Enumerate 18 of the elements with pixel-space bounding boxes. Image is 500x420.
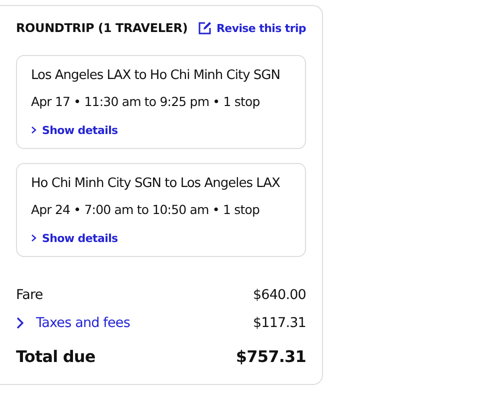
show-details-link[interactable]: Show details <box>31 232 118 244</box>
flight-schedule: Apr 24 • 7:00 am to 10:50 am • 1 stop <box>31 202 260 217</box>
route-title: Ho Chi Minh City SGN to Los Angeles LAX <box>31 175 281 193</box>
taxes-and-fees-link[interactable]: Taxes and fees <box>16 315 130 331</box>
flight-schedule: Apr 17 • 11:30 am to 9:25 pm • 1 stop <box>31 94 261 109</box>
revise-trip-link[interactable]: Revise this trip <box>198 21 306 35</box>
route-title: Los Angeles LAX to Ho Chi Minh City SGN <box>31 67 281 85</box>
total-amount: $757.31 <box>236 347 306 366</box>
total-label: Total due <box>16 347 96 366</box>
trip-heading: ROUNDTRIP (1 TRAVELER) <box>16 21 188 35</box>
price-label: Fare <box>16 287 43 303</box>
price-amount: $117.31 <box>252 315 306 331</box>
chevron-icon <box>16 317 24 329</box>
chevron-icon <box>31 234 37 242</box>
price-amount: $640.00 <box>252 287 306 303</box>
show-details-link[interactable]: Show details <box>31 124 118 136</box>
edit-icon <box>198 21 212 35</box>
chevron-icon <box>31 126 37 134</box>
